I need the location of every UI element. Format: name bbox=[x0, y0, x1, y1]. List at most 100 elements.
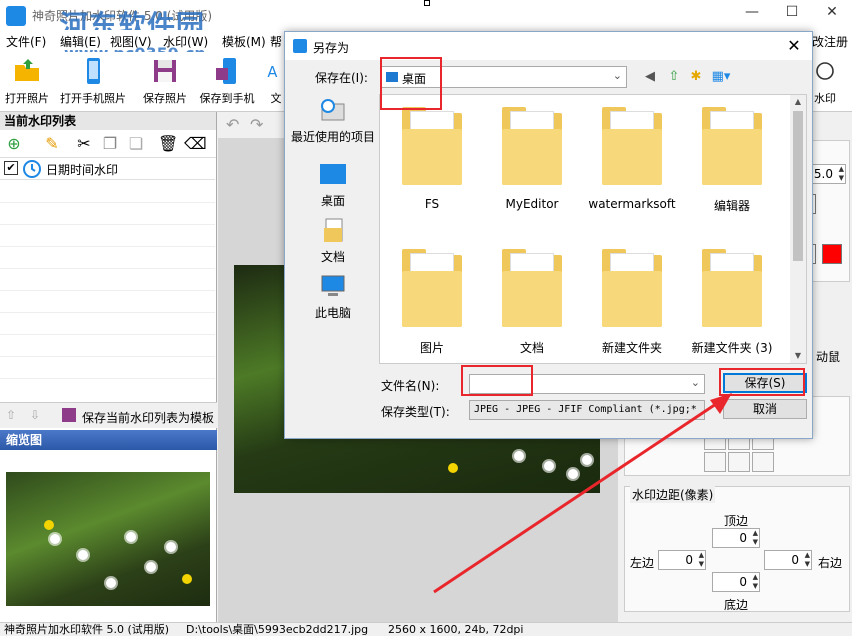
drag-hint-text: 动鼠 bbox=[816, 350, 841, 364]
watermark-list-toolbar: ⊕ ✎ ✂ ❐ ❏ 🗑 ⌫ bbox=[0, 130, 216, 158]
scroll-up-icon[interactable]: ▲ bbox=[790, 95, 806, 109]
position-bottom-right-button[interactable] bbox=[752, 452, 774, 472]
documents-icon bbox=[324, 218, 343, 242]
save-in-label: 保存在(I): bbox=[315, 71, 368, 85]
text-watermark-button[interactable]: A 文 bbox=[266, 56, 286, 110]
svg-text:A: A bbox=[267, 64, 277, 81]
chevron-down-icon: ⌄ bbox=[612, 69, 622, 82]
back-icon[interactable]: ◀ bbox=[641, 68, 659, 86]
cut-icon[interactable]: ✂ bbox=[74, 134, 94, 154]
mouse-cursor bbox=[424, 0, 430, 6]
redo-icon[interactable]: ↷ bbox=[250, 115, 263, 134]
thumbnail-image bbox=[6, 472, 210, 606]
margin-group bbox=[624, 486, 850, 612]
position-bottom-center-button[interactable] bbox=[728, 452, 750, 472]
file-item-fs[interactable]: FS bbox=[384, 107, 480, 211]
file-item-new-folder-3[interactable]: 新建文件夹 (3) bbox=[684, 249, 780, 356]
save-photo-button[interactable]: 保存照片 bbox=[140, 56, 190, 110]
file-item-documents[interactable]: 文档 bbox=[484, 249, 580, 356]
up-folder-icon[interactable]: ⇧ bbox=[665, 68, 683, 86]
thumbnail-header: 缩览图 bbox=[0, 430, 217, 450]
place-this-pc[interactable]: 此电脑 bbox=[289, 274, 377, 321]
status-path: D:\tools\桌面\5993ecb2dd217.jpg bbox=[186, 623, 369, 636]
file-item-pictures[interactable]: 图片 bbox=[384, 249, 480, 356]
computer-icon bbox=[321, 275, 345, 296]
maximize-button[interactable]: ☐ bbox=[772, 0, 812, 26]
close-button[interactable]: ✕ bbox=[812, 0, 852, 26]
save-icon bbox=[154, 60, 176, 82]
places-bar: 最近使用的项目 桌面 文档 此电脑 bbox=[289, 94, 377, 384]
top-margin-label: 顶边 bbox=[724, 514, 749, 528]
file-type-label: 保存类型(T): bbox=[381, 405, 450, 419]
paste-icon[interactable]: ❏ bbox=[126, 134, 146, 154]
new-folder-icon[interactable]: ✱ bbox=[687, 68, 705, 86]
chevron-down-icon[interactable]: ⌄ bbox=[691, 376, 700, 389]
dialog-title-bar: 另存为 ✕ bbox=[285, 32, 812, 60]
file-name-label: 文件名(N): bbox=[381, 379, 440, 393]
app-icon bbox=[6, 6, 26, 26]
file-item-editor[interactable]: 编辑器 bbox=[684, 107, 780, 214]
left-margin-input[interactable]: 0 ▲ ▼ bbox=[658, 550, 706, 570]
save-to-phone-button[interactable]: 保存到手机 bbox=[196, 56, 258, 110]
menu-file[interactable]: 文件(F) bbox=[6, 33, 46, 50]
watermark-button[interactable]: 水印 bbox=[810, 56, 840, 110]
save-to-phone-icon bbox=[216, 58, 236, 84]
position-bottom-left-button[interactable] bbox=[704, 452, 726, 472]
watermark-list-panel: 当前水印列表 ⊕ ✎ ✂ ❐ ❏ 🗑 ⌫ ✔ 日期时间水印 ⇧ ⇩ 保存当前水印… bbox=[0, 112, 217, 622]
save-template-bar: ⇧ ⇩ 保存当前水印列表为模板 bbox=[0, 402, 217, 428]
watermark-icon bbox=[816, 62, 834, 80]
open-folder-icon bbox=[15, 59, 39, 81]
recent-icon bbox=[321, 99, 345, 121]
view-menu-icon[interactable]: ▦▾ bbox=[709, 68, 733, 86]
folder-icon bbox=[702, 249, 762, 327]
folder-icon bbox=[502, 249, 562, 327]
clear-all-icon[interactable]: ⌫ bbox=[184, 134, 207, 154]
file-type-dropdown[interactable]: JPEG - JPEG - JFIF Compliant (*.jpg;* bbox=[469, 400, 705, 420]
status-app: 神奇照片加水印软件 5.0 (试用版) bbox=[4, 623, 170, 636]
menu-template[interactable]: 模板(M) bbox=[222, 33, 266, 50]
status-image-info: 2560 x 1600, 24b, 72dpi bbox=[388, 623, 524, 636]
bottom-margin-input[interactable]: 0 ▲ ▼ bbox=[712, 572, 760, 592]
cancel-button[interactable]: 取消 bbox=[723, 399, 807, 419]
watermark-checkbox[interactable]: ✔ bbox=[4, 161, 18, 175]
file-item-watermarksoft[interactable]: watermarksoft bbox=[584, 107, 680, 211]
text-icon: A bbox=[267, 64, 277, 81]
watermark-item-label: 日期时间水印 bbox=[46, 163, 119, 177]
scroll-down-icon[interactable]: ▼ bbox=[790, 349, 806, 363]
left-margin-label: 左边 bbox=[630, 556, 655, 570]
copy-icon[interactable]: ❐ bbox=[100, 134, 120, 154]
color-swatch-red[interactable] bbox=[822, 244, 842, 264]
move-down-icon[interactable]: ⇩ bbox=[30, 408, 40, 422]
file-item-new-folder[interactable]: 新建文件夹 bbox=[584, 249, 680, 356]
dialog-close-button[interactable]: ✕ bbox=[782, 35, 806, 57]
phone-icon bbox=[87, 58, 100, 84]
edit-watermark-icon[interactable]: ✎ bbox=[42, 134, 62, 154]
list-item[interactable]: ✔ 日期时间水印 bbox=[0, 158, 215, 180]
dialog-app-icon bbox=[293, 39, 307, 53]
place-recent[interactable]: 最近使用的项目 bbox=[289, 98, 377, 145]
open-photo-button[interactable]: 打开照片 bbox=[2, 56, 52, 110]
undo-icon[interactable]: ↶ bbox=[226, 115, 239, 134]
folder-icon bbox=[602, 249, 662, 327]
bottom-margin-label: 底边 bbox=[724, 598, 749, 612]
status-bar: 神奇照片加水印软件 5.0 (试用版) D:\tools\桌面\5993ecb2… bbox=[0, 622, 852, 636]
file-item-myeditor[interactable]: MyEditor bbox=[484, 107, 580, 211]
delete-icon[interactable]: 🗑 bbox=[158, 134, 178, 154]
file-list-scrollbar[interactable]: ▲ ▼ bbox=[790, 95, 806, 363]
right-margin-label: 右边 bbox=[818, 556, 843, 570]
menu-help[interactable]: 帮 bbox=[270, 33, 282, 50]
place-desktop[interactable]: 桌面 bbox=[289, 162, 377, 209]
add-watermark-icon[interactable]: ⊕ bbox=[4, 134, 24, 154]
top-margin-input[interactable]: 0 ▲ ▼ bbox=[712, 528, 760, 548]
place-documents[interactable]: 文档 bbox=[289, 218, 377, 265]
minimize-button[interactable]: — bbox=[732, 0, 772, 26]
open-phone-photo-button[interactable]: 打开手机照片 bbox=[56, 56, 130, 110]
save-template-button[interactable]: 保存当前水印列表为模板 bbox=[82, 409, 214, 426]
watermark-list: ✔ 日期时间水印 bbox=[0, 158, 216, 393]
clock-icon bbox=[23, 160, 41, 178]
right-margin-input[interactable]: 0 ▲ ▼ bbox=[764, 550, 812, 570]
move-up-icon[interactable]: ⇧ bbox=[6, 408, 16, 422]
scrollbar-thumb[interactable] bbox=[793, 111, 803, 261]
folder-icon bbox=[602, 107, 662, 185]
highlight-save-button bbox=[719, 368, 805, 396]
